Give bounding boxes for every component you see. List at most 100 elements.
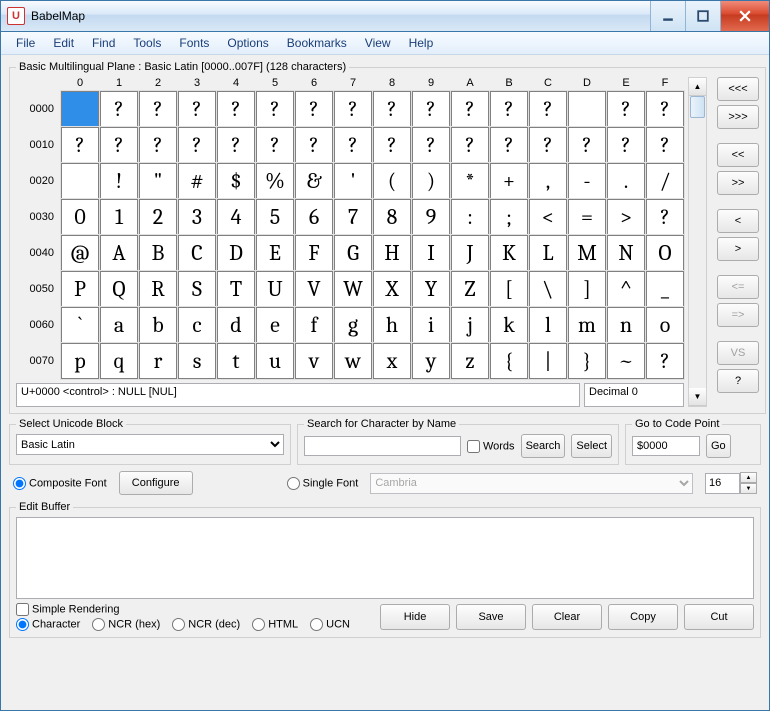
edit-buffer-textarea[interactable] [16,517,754,599]
char-cell[interactable]: $ [217,163,255,199]
menu-help[interactable]: Help [400,34,443,52]
char-cell[interactable]: Q [100,271,138,307]
nav-button[interactable]: < [717,209,759,233]
go-button[interactable]: Go [706,434,731,458]
char-cell[interactable]: J [451,235,489,271]
char-cell[interactable]: N [607,235,645,271]
char-cell[interactable]: 7 [334,199,372,235]
mode-radio-label[interactable]: NCR (hex) [92,618,160,631]
maximize-button[interactable] [685,1,720,31]
char-cell[interactable]: H [373,235,411,271]
clear-button[interactable]: Clear [532,604,602,630]
char-cell[interactable]: ? [295,127,333,163]
menu-bookmarks[interactable]: Bookmarks [278,34,356,52]
font-size-stepper[interactable]: ▲▼ [705,472,757,494]
char-cell[interactable]: E [256,235,294,271]
char-cell[interactable]: ? [529,127,567,163]
char-cell[interactable]: ] [568,271,606,307]
char-cell[interactable]: O [646,235,684,271]
char-cell[interactable]: ? [217,91,255,127]
char-cell[interactable]: x [373,343,411,379]
goto-input[interactable] [632,436,700,456]
char-cell[interactable]: _ [646,271,684,307]
char-cell[interactable]: v [295,343,333,379]
char-cell[interactable]: { [490,343,528,379]
char-cell[interactable]: 3 [178,199,216,235]
char-cell[interactable]: \ [529,271,567,307]
char-cell[interactable]: ( [373,163,411,199]
char-cell[interactable]: n [607,307,645,343]
char-cell[interactable]: ? [412,127,450,163]
char-cell[interactable]: ~ [607,343,645,379]
char-cell[interactable]: Z [451,271,489,307]
char-cell[interactable]: ? [295,91,333,127]
char-cell[interactable] [61,163,99,199]
char-cell[interactable]: * [451,163,489,199]
char-cell[interactable]: ? [373,91,411,127]
char-cell[interactable]: b [139,307,177,343]
nav-button[interactable]: >> [717,171,759,195]
char-cell[interactable]: S [178,271,216,307]
char-cell[interactable]: ? [256,127,294,163]
char-cell[interactable]: | [529,343,567,379]
minimize-button[interactable] [650,1,685,31]
char-cell[interactable]: ? [139,127,177,163]
char-cell[interactable]: ! [100,163,138,199]
single-font-radio-label[interactable]: Single Font [287,477,359,490]
char-cell[interactable]: 6 [295,199,333,235]
char-cell[interactable]: 8 [373,199,411,235]
char-cell[interactable]: % [256,163,294,199]
char-cell[interactable]: e [256,307,294,343]
char-cell[interactable]: ? [373,127,411,163]
char-cell[interactable]: 9 [412,199,450,235]
char-cell[interactable]: ? [451,91,489,127]
simple-rendering-checkbox-label[interactable]: Simple Rendering [16,603,350,616]
char-cell[interactable]: ? [61,127,99,163]
char-cell[interactable]: ? [412,91,450,127]
char-cell[interactable]: K [490,235,528,271]
char-cell[interactable]: / [646,163,684,199]
char-cell[interactable]: - [568,163,606,199]
char-cell[interactable]: > [607,199,645,235]
menu-find[interactable]: Find [83,34,124,52]
scroll-up-icon[interactable]: ▲ [689,78,706,96]
composite-font-radio-label[interactable]: Composite Font [13,477,107,490]
char-cell[interactable]: ? [334,127,372,163]
block-select[interactable]: Basic Latin [16,434,284,455]
scroll-down-icon[interactable]: ▼ [689,388,706,406]
char-cell[interactable]: k [490,307,528,343]
char-cell[interactable]: t [217,343,255,379]
mode-radio[interactable] [252,618,265,631]
char-cell[interactable]: h [373,307,411,343]
cut-button[interactable]: Cut [684,604,754,630]
char-cell[interactable]: P [61,271,99,307]
char-cell[interactable]: ? [646,91,684,127]
scroll-thumb[interactable] [690,96,705,118]
char-cell[interactable] [61,91,99,127]
char-cell[interactable]: f [295,307,333,343]
char-cell[interactable]: y [412,343,450,379]
menu-edit[interactable]: Edit [44,34,83,52]
grid-scrollbar[interactable]: ▲ ▼ [688,77,707,407]
char-cell[interactable]: d [217,307,255,343]
nav-button[interactable]: ? [717,369,759,393]
char-cell[interactable]: , [529,163,567,199]
mode-radio[interactable] [172,618,185,631]
char-cell[interactable]: p [61,343,99,379]
char-cell[interactable]: ? [607,91,645,127]
char-cell[interactable]: ? [100,91,138,127]
char-cell[interactable]: ? [607,127,645,163]
char-cell[interactable]: i [412,307,450,343]
char-cell[interactable]: ; [490,199,528,235]
select-button[interactable]: Select [571,434,612,458]
char-cell[interactable]: z [451,343,489,379]
char-cell[interactable]: @ [61,235,99,271]
char-cell[interactable]: ? [139,91,177,127]
char-cell[interactable]: # [178,163,216,199]
char-cell[interactable]: l [529,307,567,343]
char-cell[interactable]: 5 [256,199,294,235]
char-cell[interactable]: ? [646,127,684,163]
char-cell[interactable]: w [334,343,372,379]
char-cell[interactable]: 1 [100,199,138,235]
words-checkbox-label[interactable]: Words [467,440,515,453]
